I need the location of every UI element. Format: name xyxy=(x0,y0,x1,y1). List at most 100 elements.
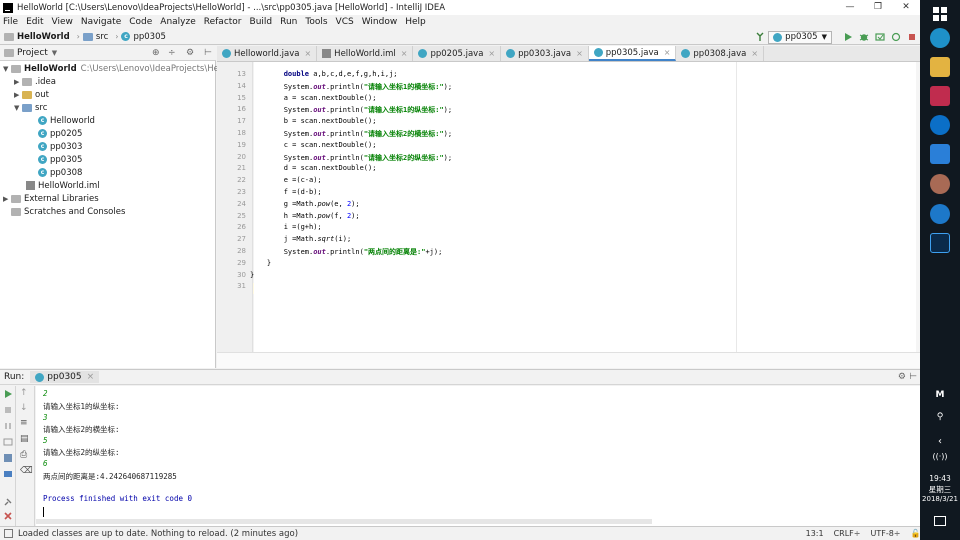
tree-item-out[interactable]: ▶ out xyxy=(14,88,49,101)
menu-build[interactable]: Build xyxy=(250,17,273,27)
close-button[interactable]: ✕ xyxy=(892,0,920,15)
hide-icon[interactable]: ⊢ xyxy=(909,372,917,382)
menu-run[interactable]: Run xyxy=(280,17,297,27)
lock-icon[interactable]: 🔓 xyxy=(911,529,921,538)
stop-icon[interactable] xyxy=(907,32,917,42)
coverage-icon[interactable] xyxy=(875,32,885,42)
tab-helloworld-iml[interactable]: HelloWorld.iml × xyxy=(317,46,414,61)
tree-item-class[interactable]: c Helloworld xyxy=(38,114,95,127)
soft-wrap-icon[interactable]: ≡ xyxy=(20,418,30,428)
edge-icon[interactable] xyxy=(930,115,950,135)
tab-pp0308[interactable]: pp0308.java × xyxy=(676,46,765,61)
code-editor[interactable]: double a,b,c,d,e,f,g,h,i,j; System.out.p… xyxy=(250,62,920,352)
people-icon[interactable]: ⚲ xyxy=(920,412,960,422)
close-icon[interactable]: × xyxy=(488,49,495,58)
breadcrumb-project[interactable]: HelloWorld xyxy=(4,32,70,42)
run-config-select[interactable]: pp0305 ▼ xyxy=(768,30,832,44)
line-separator[interactable]: CRLF÷ xyxy=(834,529,861,538)
menu-analyze[interactable]: Analyze xyxy=(160,17,195,27)
menu-edit[interactable]: Edit xyxy=(26,17,43,27)
build-icon[interactable] xyxy=(755,32,765,42)
close-icon[interactable]: × xyxy=(401,49,408,58)
menu-navigate[interactable]: Navigate xyxy=(81,17,121,27)
restore-layout-icon[interactable] xyxy=(3,469,13,479)
tree-item-helloworld[interactable]: ▼ HelloWorld C:\Users\Lenovo\IdeaProject… xyxy=(3,62,253,75)
app-icon[interactable] xyxy=(930,144,950,164)
console-output[interactable]: 2 请输入坐标1的纵坐标: 3 请输入坐标2的横坐标: 5 请输入坐标2的纵坐标… xyxy=(36,386,920,526)
tree-item-class[interactable]: c pp0303 xyxy=(38,140,82,153)
rerun-icon[interactable] xyxy=(3,389,13,399)
tool-windows-icon[interactable] xyxy=(4,529,13,538)
debug-icon[interactable] xyxy=(859,32,869,42)
close-icon[interactable]: × xyxy=(87,372,95,382)
stop-icon[interactable] xyxy=(3,405,13,415)
scroll-to-end-icon[interactable]: ▤ xyxy=(20,434,30,444)
gear-icon[interactable]: ⚙ xyxy=(898,372,906,382)
tab-helloworld-java[interactable]: Helloworld.java × xyxy=(217,46,318,61)
tree-item-class[interactable]: c pp0308 xyxy=(38,166,82,179)
menu-view[interactable]: View xyxy=(52,17,73,27)
hide-icon[interactable]: ⊢ xyxy=(204,48,212,58)
run-tab[interactable]: pp0305 × xyxy=(30,371,100,383)
tree-item-idea[interactable]: ▶ .idea xyxy=(14,75,56,88)
ime-indicator[interactable]: M xyxy=(920,390,960,400)
menu-file[interactable]: File xyxy=(3,17,18,27)
arrow-up-icon[interactable]: ↑ xyxy=(20,388,30,398)
close-icon[interactable]: × xyxy=(751,49,758,58)
file-encoding[interactable]: UTF-8÷ xyxy=(870,529,900,538)
menu-help[interactable]: Help xyxy=(405,17,426,27)
tree-item-src[interactable]: ▼ src xyxy=(14,101,47,114)
chevron-left-icon[interactable]: ‹ xyxy=(920,436,960,447)
menu-code[interactable]: Code xyxy=(129,17,152,27)
close-icon[interactable]: × xyxy=(664,48,671,57)
tree-item-scratches[interactable]: Scratches and Consoles xyxy=(11,205,125,218)
sync-icon[interactable]: ⊕ xyxy=(152,48,160,58)
tree-item-external-libraries[interactable]: ▶ External Libraries xyxy=(3,192,99,205)
tree-item-iml[interactable]: HelloWorld.iml xyxy=(26,179,100,192)
cursor-position[interactable]: 13:1 xyxy=(806,529,824,538)
run-icon[interactable] xyxy=(843,32,853,42)
clock-app-icon[interactable] xyxy=(930,204,950,224)
print-icon[interactable]: ⎙ xyxy=(20,450,30,460)
clock-weekday[interactable]: 星期三 xyxy=(920,484,960,495)
dump-threads-icon[interactable] xyxy=(3,437,13,447)
intellij-app-icon[interactable] xyxy=(930,86,950,106)
gear-icon[interactable]: ⚙ xyxy=(186,48,194,58)
minimize-button[interactable]: — xyxy=(836,0,864,15)
notification-icon[interactable] xyxy=(934,516,946,526)
chevron-down-icon[interactable]: ▼ xyxy=(52,49,57,57)
editor-horizontal-scrollbar[interactable] xyxy=(217,352,920,368)
windows-start-icon[interactable] xyxy=(933,7,947,21)
menu-tools[interactable]: Tools xyxy=(305,17,327,27)
project-panel-title[interactable]: Project xyxy=(17,48,48,58)
avatar[interactable] xyxy=(930,174,950,194)
breadcrumb-file[interactable]: c pp0305 xyxy=(121,32,166,42)
menu-refactor[interactable]: Refactor xyxy=(204,17,242,27)
close-icon[interactable]: × xyxy=(576,49,583,58)
tab-pp0305[interactable]: pp0305.java × xyxy=(588,46,677,61)
reload-icon[interactable] xyxy=(891,32,901,42)
maximize-button[interactable]: ❐ xyxy=(864,0,892,15)
tree-item-class[interactable]: c pp0205 xyxy=(38,127,82,140)
wifi-icon[interactable]: ((·)) xyxy=(920,452,960,461)
close-icon[interactable] xyxy=(3,511,13,521)
settings-icon[interactable] xyxy=(3,453,13,463)
menu-vcs[interactable]: VCS xyxy=(336,17,354,27)
clear-all-icon[interactable]: ⌫ xyxy=(20,466,33,476)
collapse-icon[interactable]: ÷ xyxy=(168,48,176,58)
tree-item-class[interactable]: c pp0305 xyxy=(38,153,82,166)
photoshop-icon[interactable] xyxy=(930,233,950,253)
console-horizontal-scrollbar[interactable] xyxy=(36,519,652,524)
close-icon[interactable]: × xyxy=(304,49,311,58)
file-explorer-icon[interactable] xyxy=(930,57,950,77)
clock-time[interactable]: 19:43 xyxy=(920,474,960,483)
menu-window[interactable]: Window xyxy=(362,17,398,27)
arrow-down-icon[interactable]: ↓ xyxy=(20,403,30,413)
clock-date[interactable]: 2018/3/21 xyxy=(920,495,960,503)
pin-icon[interactable] xyxy=(3,497,13,507)
tab-pp0303[interactable]: pp0303.java × xyxy=(501,46,589,61)
tab-pp0205[interactable]: pp0205.java × xyxy=(413,46,502,61)
pause-icon[interactable] xyxy=(3,421,13,431)
breadcrumb-src[interactable]: src xyxy=(82,32,108,42)
cortana-icon[interactable] xyxy=(930,28,950,48)
